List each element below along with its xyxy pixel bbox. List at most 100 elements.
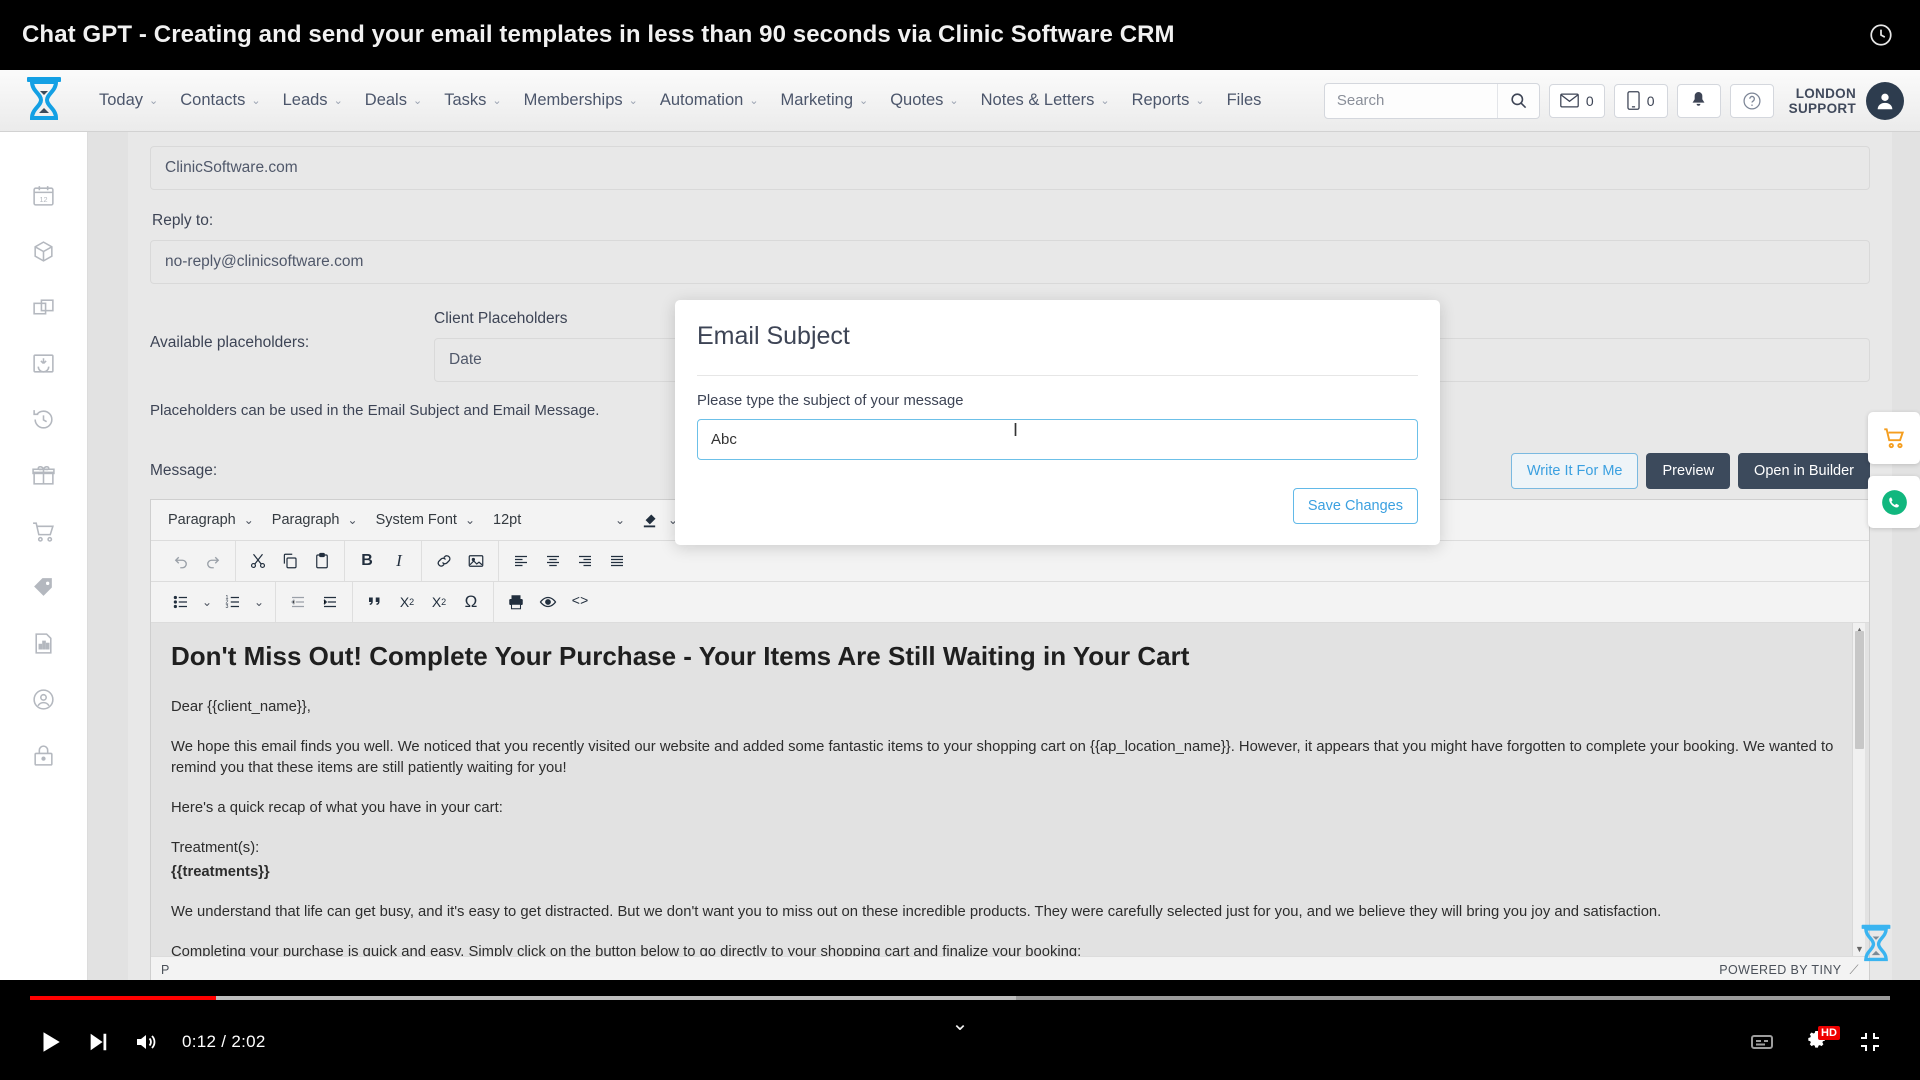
align-justify-icon[interactable]: [602, 546, 632, 576]
align-center-icon[interactable]: [538, 546, 568, 576]
email-paragraph: We hope this email finds you well. We no…: [171, 737, 1843, 779]
avatar[interactable]: [1866, 82, 1904, 120]
print-icon[interactable]: [501, 587, 531, 617]
sidebar-item-offers[interactable]: [29, 572, 59, 602]
sidebar-item-account[interactable]: [29, 684, 59, 714]
watch-later-clock-icon[interactable]: [1864, 18, 1898, 52]
sidebar-item-reports[interactable]: [29, 628, 59, 658]
block-format-select[interactable]: Paragraph ⌄: [159, 506, 263, 535]
indent-icon[interactable]: [315, 587, 345, 617]
bold-icon[interactable]: B: [352, 546, 382, 576]
subscript-icon[interactable]: X2: [392, 587, 422, 617]
sidebar-item-security[interactable]: [29, 740, 59, 770]
nav-item-quotes[interactable]: Quotes⌄: [879, 91, 969, 110]
sidebar-item-inbox[interactable]: [29, 348, 59, 378]
chevron-down-icon[interactable]: ⌄: [198, 587, 216, 617]
scrollbar-thumb[interactable]: [1855, 631, 1864, 749]
user-profile[interactable]: LONDON SUPPORT: [1789, 82, 1904, 120]
nav-item-contacts[interactable]: Contacts⌄: [169, 91, 271, 110]
numbered-list-icon[interactable]: 123: [218, 587, 248, 617]
font-size-select[interactable]: 12pt ⌄: [484, 506, 634, 535]
block-format-select-2[interactable]: Paragraph ⌄: [263, 506, 367, 535]
floating-cart-button[interactable]: [1868, 412, 1920, 464]
reply-to-label: Reply to:: [152, 212, 1870, 230]
nav-item-deals[interactable]: Deals⌄: [354, 91, 433, 110]
copy-icon[interactable]: [275, 546, 305, 576]
nav-label: Reports: [1132, 91, 1190, 110]
preview-eye-icon[interactable]: [533, 587, 563, 617]
font-family-select[interactable]: System Font ⌄: [367, 506, 484, 535]
preview-button[interactable]: Preview: [1646, 453, 1730, 489]
bullet-list-icon[interactable]: [166, 587, 196, 617]
editor-content-area[interactable]: Don't Miss Out! Complete Your Purchase -…: [151, 623, 1869, 956]
link-chain-icon[interactable]: [429, 546, 459, 576]
redo-icon[interactable]: [198, 546, 228, 576]
nav-item-memberships[interactable]: Memberships⌄: [513, 91, 649, 110]
align-right-icon[interactable]: [570, 546, 600, 576]
nav-item-leads[interactable]: Leads⌄: [272, 91, 354, 110]
email-paragraph: We understand that life can get busy, an…: [171, 902, 1843, 923]
modal-title: Email Subject: [697, 300, 1418, 376]
chevron-down-icon[interactable]: ⌄: [250, 587, 268, 617]
email-subject-input[interactable]: [697, 419, 1418, 460]
align-left-icon[interactable]: [506, 546, 536, 576]
mail-counter-button[interactable]: 0: [1549, 84, 1605, 118]
tiny-branding[interactable]: POWERED BY TINY: [1719, 963, 1841, 977]
sms-counter-button[interactable]: 0: [1614, 84, 1668, 118]
sidebar-item-calendar[interactable]: 12: [29, 180, 59, 210]
progress-track[interactable]: [30, 996, 1890, 1000]
element-path[interactable]: P: [161, 963, 170, 977]
special-character-icon[interactable]: Ω: [456, 587, 486, 617]
next-track-button[interactable]: [74, 1018, 122, 1066]
volume-button[interactable]: [122, 1018, 170, 1066]
video-title: Chat GPT - Creating and send your email …: [22, 21, 1175, 49]
sidebar-item-cart[interactable]: [29, 516, 59, 546]
nav-item-reports[interactable]: Reports⌄: [1121, 91, 1216, 110]
save-changes-button[interactable]: Save Changes: [1293, 488, 1418, 524]
paste-clipboard-icon[interactable]: [307, 546, 337, 576]
nav-item-notes-letters[interactable]: Notes & Letters⌄: [970, 91, 1121, 110]
write-it-for-me-button[interactable]: Write It For Me: [1511, 453, 1639, 489]
reply-to-group: Reply to: no-reply@clinicsoftware.com: [150, 212, 1870, 284]
sidebar-item-history[interactable]: [29, 404, 59, 434]
text-highlight-icon[interactable]: [634, 505, 664, 535]
nav-label: Files: [1227, 91, 1262, 110]
italic-icon[interactable]: I: [384, 546, 414, 576]
captions-button[interactable]: [1738, 1018, 1786, 1066]
video-progress-bar[interactable]: [0, 996, 1920, 1000]
source-code-icon[interactable]: <>: [565, 587, 595, 617]
insert-group: [422, 541, 499, 581]
sidebar-item-packages[interactable]: [29, 292, 59, 322]
sidebar-item-products[interactable]: [29, 236, 59, 266]
blockquote-icon[interactable]: [360, 587, 390, 617]
outdent-icon[interactable]: [283, 587, 313, 617]
nav-label: Marketing: [781, 91, 853, 110]
mail-count: 0: [1586, 93, 1594, 109]
search-input[interactable]: [1325, 84, 1497, 118]
open-in-builder-button[interactable]: Open in Builder: [1738, 453, 1870, 489]
floating-whatsapp-button[interactable]: [1868, 476, 1920, 528]
bell-icon[interactable]: [1677, 84, 1721, 118]
nav-item-marketing[interactable]: Marketing⌄: [770, 91, 880, 110]
nav-item-automation[interactable]: Automation⌄: [649, 91, 770, 110]
superscript-icon[interactable]: X2: [424, 587, 454, 617]
time-display: 0:12 / 2:02: [182, 1032, 266, 1052]
email-paragraph: Dear {{client_name}},: [171, 697, 1843, 718]
search-icon[interactable]: [1497, 84, 1539, 118]
reply-to-field[interactable]: no-reply@clinicsoftware.com: [150, 240, 1870, 284]
exit-fullscreen-button[interactable]: [1846, 1018, 1894, 1066]
nav-item-tasks[interactable]: Tasks⌄: [433, 91, 512, 110]
from-field[interactable]: ClinicSoftware.com: [150, 146, 1870, 190]
clinicsoftware-logo-icon[interactable]: [0, 75, 88, 127]
nav-item-files[interactable]: Files: [1216, 91, 1273, 110]
sidebar-item-gift[interactable]: [29, 460, 59, 490]
insert-image-icon[interactable]: [461, 546, 491, 576]
undo-icon[interactable]: [166, 546, 196, 576]
modal-actions: Save Changes: [697, 460, 1418, 524]
play-button[interactable]: [26, 1018, 74, 1066]
cut-scissors-icon[interactable]: [243, 546, 273, 576]
settings-button[interactable]: HD: [1792, 1018, 1840, 1066]
editor-scrollbar[interactable]: ▲ ▼: [1852, 623, 1865, 956]
question-mark-icon[interactable]: [1730, 84, 1774, 118]
nav-item-today[interactable]: Today⌄: [88, 91, 169, 110]
